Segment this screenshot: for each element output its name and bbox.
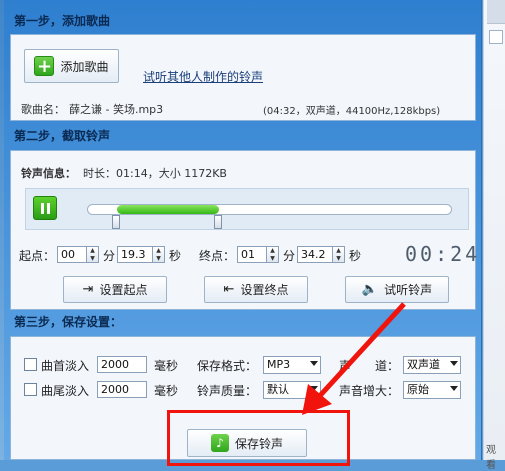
- second-unit: 秒: [169, 249, 182, 263]
- speaker-icon: 🔈: [361, 282, 379, 297]
- start-second-input[interactable]: 19.3: [117, 246, 153, 263]
- step3-title: 第三步，保存设置：: [14, 315, 123, 329]
- fade-in-unit: 毫秒: [154, 359, 179, 373]
- ring-info-label: 铃声信息：: [21, 167, 76, 180]
- song-name-label: 歌曲名：: [21, 103, 65, 116]
- end-handle[interactable]: [214, 215, 223, 229]
- minute-unit: 分: [103, 249, 116, 263]
- fade-in-input[interactable]: 2000: [97, 356, 147, 373]
- start-handle[interactable]: [112, 215, 121, 229]
- song-info: (04:32，双声道，44100Hz,128kbps): [263, 106, 441, 117]
- step1-title: 第一步，添加歌曲: [14, 14, 111, 28]
- end-minute-unit: 分: [283, 249, 296, 263]
- add-song-label: 添加歌曲: [60, 59, 109, 74]
- fade-in-checkbox[interactable]: [24, 358, 37, 371]
- format-label: 保存格式：: [197, 359, 258, 373]
- start-minute-input[interactable]: 00: [57, 246, 87, 263]
- background-window-text: 观看: [486, 445, 496, 471]
- end-second-unit: 秒: [349, 249, 362, 263]
- elapsed-clock: 00:24: [405, 242, 481, 266]
- start-second-spinner[interactable]: ▲ ▼: [153, 246, 165, 263]
- annotation-highlight-box: [167, 410, 350, 466]
- pause-button[interactable]: [33, 196, 57, 220]
- start-label: 起点：: [19, 249, 56, 263]
- set-start-button[interactable]: ⇥ 设置起点: [63, 276, 167, 303]
- end-minute-spinner[interactable]: ▲ ▼: [267, 246, 279, 263]
- end-label: 终点：: [199, 249, 236, 263]
- fade-out-checkbox[interactable]: [24, 383, 37, 396]
- set-start-label: 设置起点: [99, 283, 148, 297]
- background-window-control[interactable]: [489, 30, 503, 44]
- chevron-down-icon: [450, 361, 458, 366]
- fade-out-label: 曲尾淡入: [41, 384, 90, 398]
- song-name-value: 薛之谦 - 笑场.mp3: [69, 103, 164, 116]
- end-second-input[interactable]: 34.2: [297, 246, 333, 263]
- end-minute-input[interactable]: 01: [237, 246, 267, 263]
- format-value: MP3: [267, 358, 291, 371]
- plus-icon: +: [34, 56, 55, 76]
- annotation-arrow: [302, 302, 406, 415]
- progress-selection: [117, 205, 220, 214]
- add-song-button[interactable]: + 添加歌曲: [24, 49, 119, 83]
- step1-panel: + 添加歌曲 试听其他人制作的铃声 歌曲名： 薛之谦 - 笑场.mp3 (04:…: [10, 34, 476, 121]
- set-end-label: 设置终点: [240, 283, 289, 297]
- ringtone-maker-window: 第一步，添加歌曲 + 添加歌曲 试听其他人制作的铃声 歌曲名： 薛之谦 - 笑场…: [4, 0, 482, 460]
- start-minute-spinner[interactable]: ▲ ▼: [87, 246, 99, 263]
- quality-value: 默认: [267, 383, 289, 396]
- set-end-button[interactable]: ⇤ 设置终点: [204, 276, 308, 303]
- fade-in-label: 曲首淡入: [41, 359, 90, 373]
- preview-ring-label: 试听铃声: [384, 283, 433, 297]
- step2-title: 第二步，截取铃声: [14, 129, 111, 143]
- listen-others-link[interactable]: 试听其他人制作的铃声: [143, 68, 263, 85]
- end-second-spinner[interactable]: ▲ ▼: [333, 246, 345, 263]
- step2-panel: 铃声信息： 时长：01:14，大小 1172KB 起点： 00 ▲ ▼ 分 19.…: [10, 150, 477, 310]
- ring-info-value: 时长：01:14，大小 1172KB: [83, 167, 227, 180]
- background-window-titlebar: [487, 0, 505, 24]
- progress-track[interactable]: [87, 204, 452, 215]
- preview-ring-button[interactable]: 🔈 试听铃声: [345, 276, 449, 303]
- fade-out-unit: 毫秒: [154, 384, 179, 398]
- chevron-down-icon: [450, 386, 458, 391]
- quality-label: 铃声质量：: [197, 384, 258, 398]
- fade-out-input[interactable]: 2000: [97, 381, 147, 398]
- set-start-icon: ⇥: [82, 282, 94, 297]
- set-end-icon: ⇤: [223, 282, 235, 297]
- pause-icon: [41, 203, 44, 214]
- background-window-strip: [483, 0, 505, 460]
